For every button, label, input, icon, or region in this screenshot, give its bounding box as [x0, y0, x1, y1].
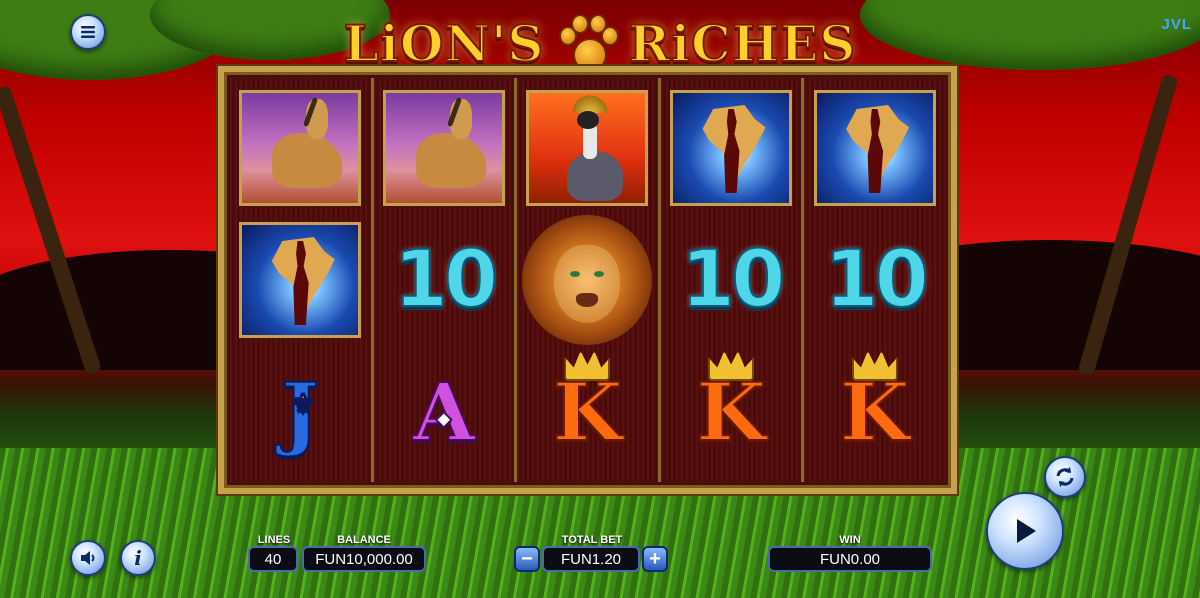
ten-symbol: 10: [680, 234, 787, 326]
symbol-cell: [517, 82, 658, 214]
symbol-cell: K: [661, 346, 802, 478]
a-symbol: A ◆: [412, 364, 476, 460]
paw-icon: [555, 12, 619, 74]
reel-4: 10 K: [660, 78, 805, 482]
africa-woman-symbol: [670, 90, 793, 206]
crowned-crane-symbol: [526, 90, 649, 206]
hamburger-menu-icon: [81, 26, 95, 38]
menu-button[interactable]: [70, 14, 106, 50]
symbol-cell: 10: [374, 214, 515, 346]
africa-woman-symbol: [813, 90, 936, 206]
reel-grid: ⚜ J 10 A ◆ K 10 K 10 K: [230, 78, 945, 482]
reel-3: K: [517, 78, 661, 482]
play-triangle-icon: [1017, 519, 1036, 543]
symbol-cell: 10: [804, 214, 945, 346]
symbol-cell: A ◆: [374, 346, 515, 478]
symbol-cell: K: [804, 346, 945, 478]
symbol-cell: [804, 82, 945, 214]
antelope-symbol: [382, 90, 505, 206]
crown-icon: [564, 351, 611, 381]
spin-button[interactable]: [986, 492, 1064, 570]
logo-text-riches: RiCHES: [628, 13, 857, 74]
reel-5: 10 K: [804, 78, 945, 482]
symbol-cell: [230, 82, 371, 214]
antelope-symbol: [239, 90, 362, 206]
reel-1: ⚜ J: [230, 78, 374, 482]
sound-button[interactable]: [70, 540, 106, 576]
symbol-cell: [661, 82, 802, 214]
balance-value: FUN10,000.00: [302, 546, 426, 572]
diamond-icon: ◆: [435, 405, 452, 431]
k-symbol: K: [839, 351, 910, 460]
k-symbol: K: [695, 351, 767, 460]
ten-symbol: 10: [393, 234, 500, 326]
lines-label: LINES: [257, 534, 291, 546]
fleur-de-lis-icon: ⚜: [290, 388, 315, 420]
decrease-bet-button[interactable]: −: [514, 546, 540, 572]
j-symbol: ⚜ J: [280, 364, 320, 460]
crown-icon: [851, 351, 898, 381]
lines-value: 40: [248, 546, 298, 572]
win-value: FUN0.00: [768, 546, 932, 572]
speaker-icon: [81, 551, 95, 565]
lion-wild-symbol: [522, 215, 653, 345]
symbol-cell: [230, 214, 371, 346]
info-button[interactable]: i: [120, 540, 156, 576]
total-bet-label: TOTAL BET: [561, 534, 623, 546]
logo-text-lions: LiON'S: [343, 13, 545, 74]
symbol-cell: ⚜ J: [230, 346, 371, 478]
ten-symbol: 10: [823, 234, 930, 326]
info-icon: i: [134, 546, 142, 570]
total-bet-value: FUN1.20: [542, 546, 640, 572]
africa-woman-symbol: [239, 222, 362, 338]
tree-canopy: [860, 0, 1200, 70]
symbol-cell: K: [517, 346, 658, 478]
symbol-cell: [374, 82, 515, 214]
symbol-cell: [517, 214, 658, 346]
increase-bet-button[interactable]: +: [642, 546, 668, 572]
crown-icon: [708, 351, 755, 381]
k-symbol: K: [552, 351, 623, 460]
win-label: WIN: [839, 534, 861, 546]
balance-label: BALANCE: [337, 534, 391, 546]
reel-frame: ⚜ J 10 A ◆ K 10 K 10 K: [218, 66, 957, 494]
reel-2: 10 A ◆: [373, 78, 518, 482]
circular-arrows-icon: [1056, 467, 1074, 487]
autoplay-button[interactable]: [1044, 456, 1086, 498]
provider-logo: JVL: [1161, 16, 1192, 33]
symbol-cell: 10: [661, 214, 802, 346]
